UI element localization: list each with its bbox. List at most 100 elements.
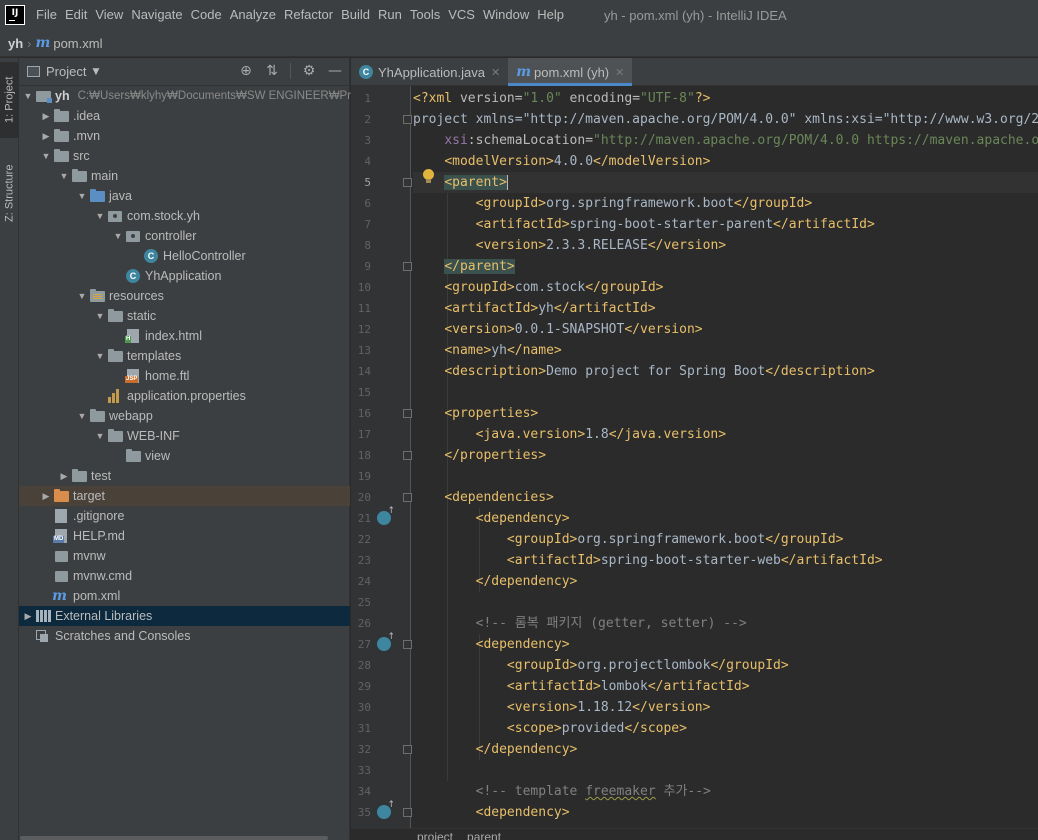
fold-marker-icon[interactable] — [403, 115, 412, 124]
collapse-arrow-icon[interactable]: ▶ — [39, 491, 53, 502]
line-number[interactable]: 2 — [351, 109, 371, 130]
expand-arrow-icon[interactable]: ▼ — [111, 231, 125, 241]
line-number[interactable]: 25 — [351, 592, 371, 613]
collapse-arrow-icon[interactable]: ▶ — [57, 471, 71, 482]
expand-arrow-icon[interactable]: ▼ — [75, 191, 89, 201]
line-number[interactable]: 11 — [351, 298, 371, 319]
fold-marker-icon[interactable] — [403, 493, 412, 502]
tree-item-com-stock-yh[interactable]: ▼ com.stock.yh — [19, 206, 350, 226]
expand-arrow-icon[interactable]: ▼ — [93, 311, 107, 321]
menu-file[interactable]: File — [32, 0, 61, 30]
line-number[interactable]: 16 — [351, 403, 371, 424]
code-area[interactable]: <?xml version="1.0" encoding="UTF-8"?> pr… — [413, 86, 1038, 828]
line-number[interactable]: 21 — [351, 508, 371, 529]
line-number[interactable]: 15 — [351, 382, 371, 403]
menu-analyze[interactable]: Analyze — [226, 0, 280, 30]
line-number[interactable]: 17 — [351, 424, 371, 445]
line-number[interactable]: 34 — [351, 781, 371, 802]
tree-item-external-libraries[interactable]: ▶ External Libraries — [19, 606, 350, 626]
menu-window[interactable]: Window — [479, 0, 533, 30]
line-number[interactable]: 28 — [351, 655, 371, 676]
line-number[interactable]: 33 — [351, 760, 371, 781]
line-number[interactable]: 5 — [351, 172, 371, 193]
line-number[interactable]: 1 — [351, 88, 371, 109]
tree-item-controller[interactable]: ▼ controller — [19, 226, 350, 246]
tree-item-gitignore[interactable]: .gitignore — [19, 506, 350, 526]
expand-arrow-icon[interactable]: ▼ — [39, 151, 53, 161]
fold-marker-icon[interactable] — [403, 745, 412, 754]
expand-arrow-icon[interactable]: ▼ — [21, 91, 35, 101]
tree-item-index-html[interactable]: Hindex.html — [19, 326, 350, 346]
fold-marker-icon[interactable] — [403, 808, 412, 817]
tree-item-java[interactable]: ▼ java — [19, 186, 350, 206]
menu-help[interactable]: Help — [533, 0, 568, 30]
expand-arrow-icon[interactable]: ▼ — [75, 411, 89, 421]
tree-item-mvn[interactable]: ▶ .mvn — [19, 126, 350, 146]
line-number[interactable]: 23 — [351, 550, 371, 571]
expand-arrow-icon[interactable]: ▼ — [93, 351, 107, 361]
line-number[interactable]: 27 — [351, 634, 371, 655]
navigate-up-icon[interactable] — [377, 506, 395, 525]
expand-arrow-icon[interactable]: ▼ — [57, 171, 71, 181]
fold-marker-icon[interactable] — [403, 178, 412, 187]
structure-tool-tab[interactable]: Z: Structure — [0, 150, 19, 236]
project-tool-tab[interactable]: 1: Project — [0, 62, 19, 138]
line-number[interactable]: 12 — [351, 319, 371, 340]
menu-edit[interactable]: Edit — [61, 0, 91, 30]
project-horizontal-scrollbar[interactable] — [20, 836, 328, 840]
line-number[interactable]: 9 — [351, 256, 371, 277]
fold-marker-icon[interactable] — [403, 640, 412, 649]
minimize-icon[interactable]: — — [327, 62, 343, 80]
line-number[interactable]: 8 — [351, 235, 371, 256]
navigate-up-icon[interactable] — [377, 632, 395, 651]
line-number[interactable]: 18 — [351, 445, 371, 466]
project-view-selector[interactable]: Project — [46, 64, 86, 79]
tree-item-main[interactable]: ▼ main — [19, 166, 350, 186]
line-number[interactable]: 26 — [351, 613, 371, 634]
gear-icon[interactable]: ⚙ — [301, 62, 317, 80]
line-number[interactable]: 6 — [351, 193, 371, 214]
tree-item-application-properties[interactable]: application.properties — [19, 386, 350, 406]
line-number[interactable]: 29 — [351, 676, 371, 697]
line-number[interactable]: 3 — [351, 130, 371, 151]
collapse-all-icon[interactable]: ⇅ — [264, 62, 280, 80]
line-number[interactable]: 13 — [351, 340, 371, 361]
tree-item-yhapplication[interactable]: C YhApplication — [19, 266, 350, 286]
fold-marker-icon[interactable] — [403, 409, 412, 418]
expand-arrow-icon[interactable]: ▼ — [93, 431, 107, 441]
tree-item-src[interactable]: ▼ src — [19, 146, 350, 166]
menu-view[interactable]: View — [91, 0, 127, 30]
chevron-down-icon[interactable]: ▼ — [92, 67, 99, 77]
menu-build[interactable]: Build — [337, 0, 374, 30]
menu-vcs[interactable]: VCS — [444, 0, 479, 30]
close-icon[interactable]: ✕ — [491, 66, 500, 79]
navigate-up-icon[interactable] — [377, 800, 395, 819]
tree-item-view[interactable]: view — [19, 446, 350, 466]
tree-item-mvnw-cmd[interactable]: mvnw.cmd — [19, 566, 350, 586]
line-number[interactable]: 24 — [351, 571, 371, 592]
tree-item-hellocontroller[interactable]: C HelloController — [19, 246, 350, 266]
menu-refactor[interactable]: Refactor — [280, 0, 337, 30]
tree-item-idea[interactable]: ▶ .idea — [19, 106, 350, 126]
tree-item-pom-xml[interactable]: m pom.xml — [19, 586, 350, 606]
menu-run[interactable]: Run — [374, 0, 406, 30]
tree-item-target[interactable]: ▶ target — [19, 486, 350, 506]
tree-item-static[interactable]: ▼ static — [19, 306, 350, 326]
locate-file-icon[interactable]: ⊕ — [238, 62, 254, 80]
line-number[interactable]: 7 — [351, 214, 371, 235]
lightbulb-icon[interactable] — [422, 169, 435, 184]
menu-code[interactable]: Code — [187, 0, 226, 30]
breadcrumb-file[interactable]: pom.xml — [53, 36, 102, 51]
line-number[interactable]: 31 — [351, 718, 371, 739]
tree-item-yh[interactable]: ▼ yh C:₩Users₩klyhy₩Documents₩SW ENGINEER₩… — [19, 86, 376, 106]
line-number[interactable]: 10 — [351, 277, 371, 298]
tree-item-scratches-and-consoles[interactable]: Scratches and Consoles — [19, 626, 350, 646]
editor-breadcrumb-parent[interactable]: parent — [467, 830, 501, 840]
collapse-arrow-icon[interactable]: ▶ — [21, 611, 35, 622]
tree-item-mvnw[interactable]: mvnw — [19, 546, 350, 566]
tree-item-templates[interactable]: ▼ templates — [19, 346, 350, 366]
line-number[interactable]: 4 — [351, 151, 371, 172]
expand-arrow-icon[interactable]: ▼ — [93, 211, 107, 221]
editor-tab-pom-xml[interactable]: m pom.xml (yh) ✕ — [508, 58, 633, 86]
tree-item-home-ftl[interactable]: JSP home.ftl — [19, 366, 350, 386]
